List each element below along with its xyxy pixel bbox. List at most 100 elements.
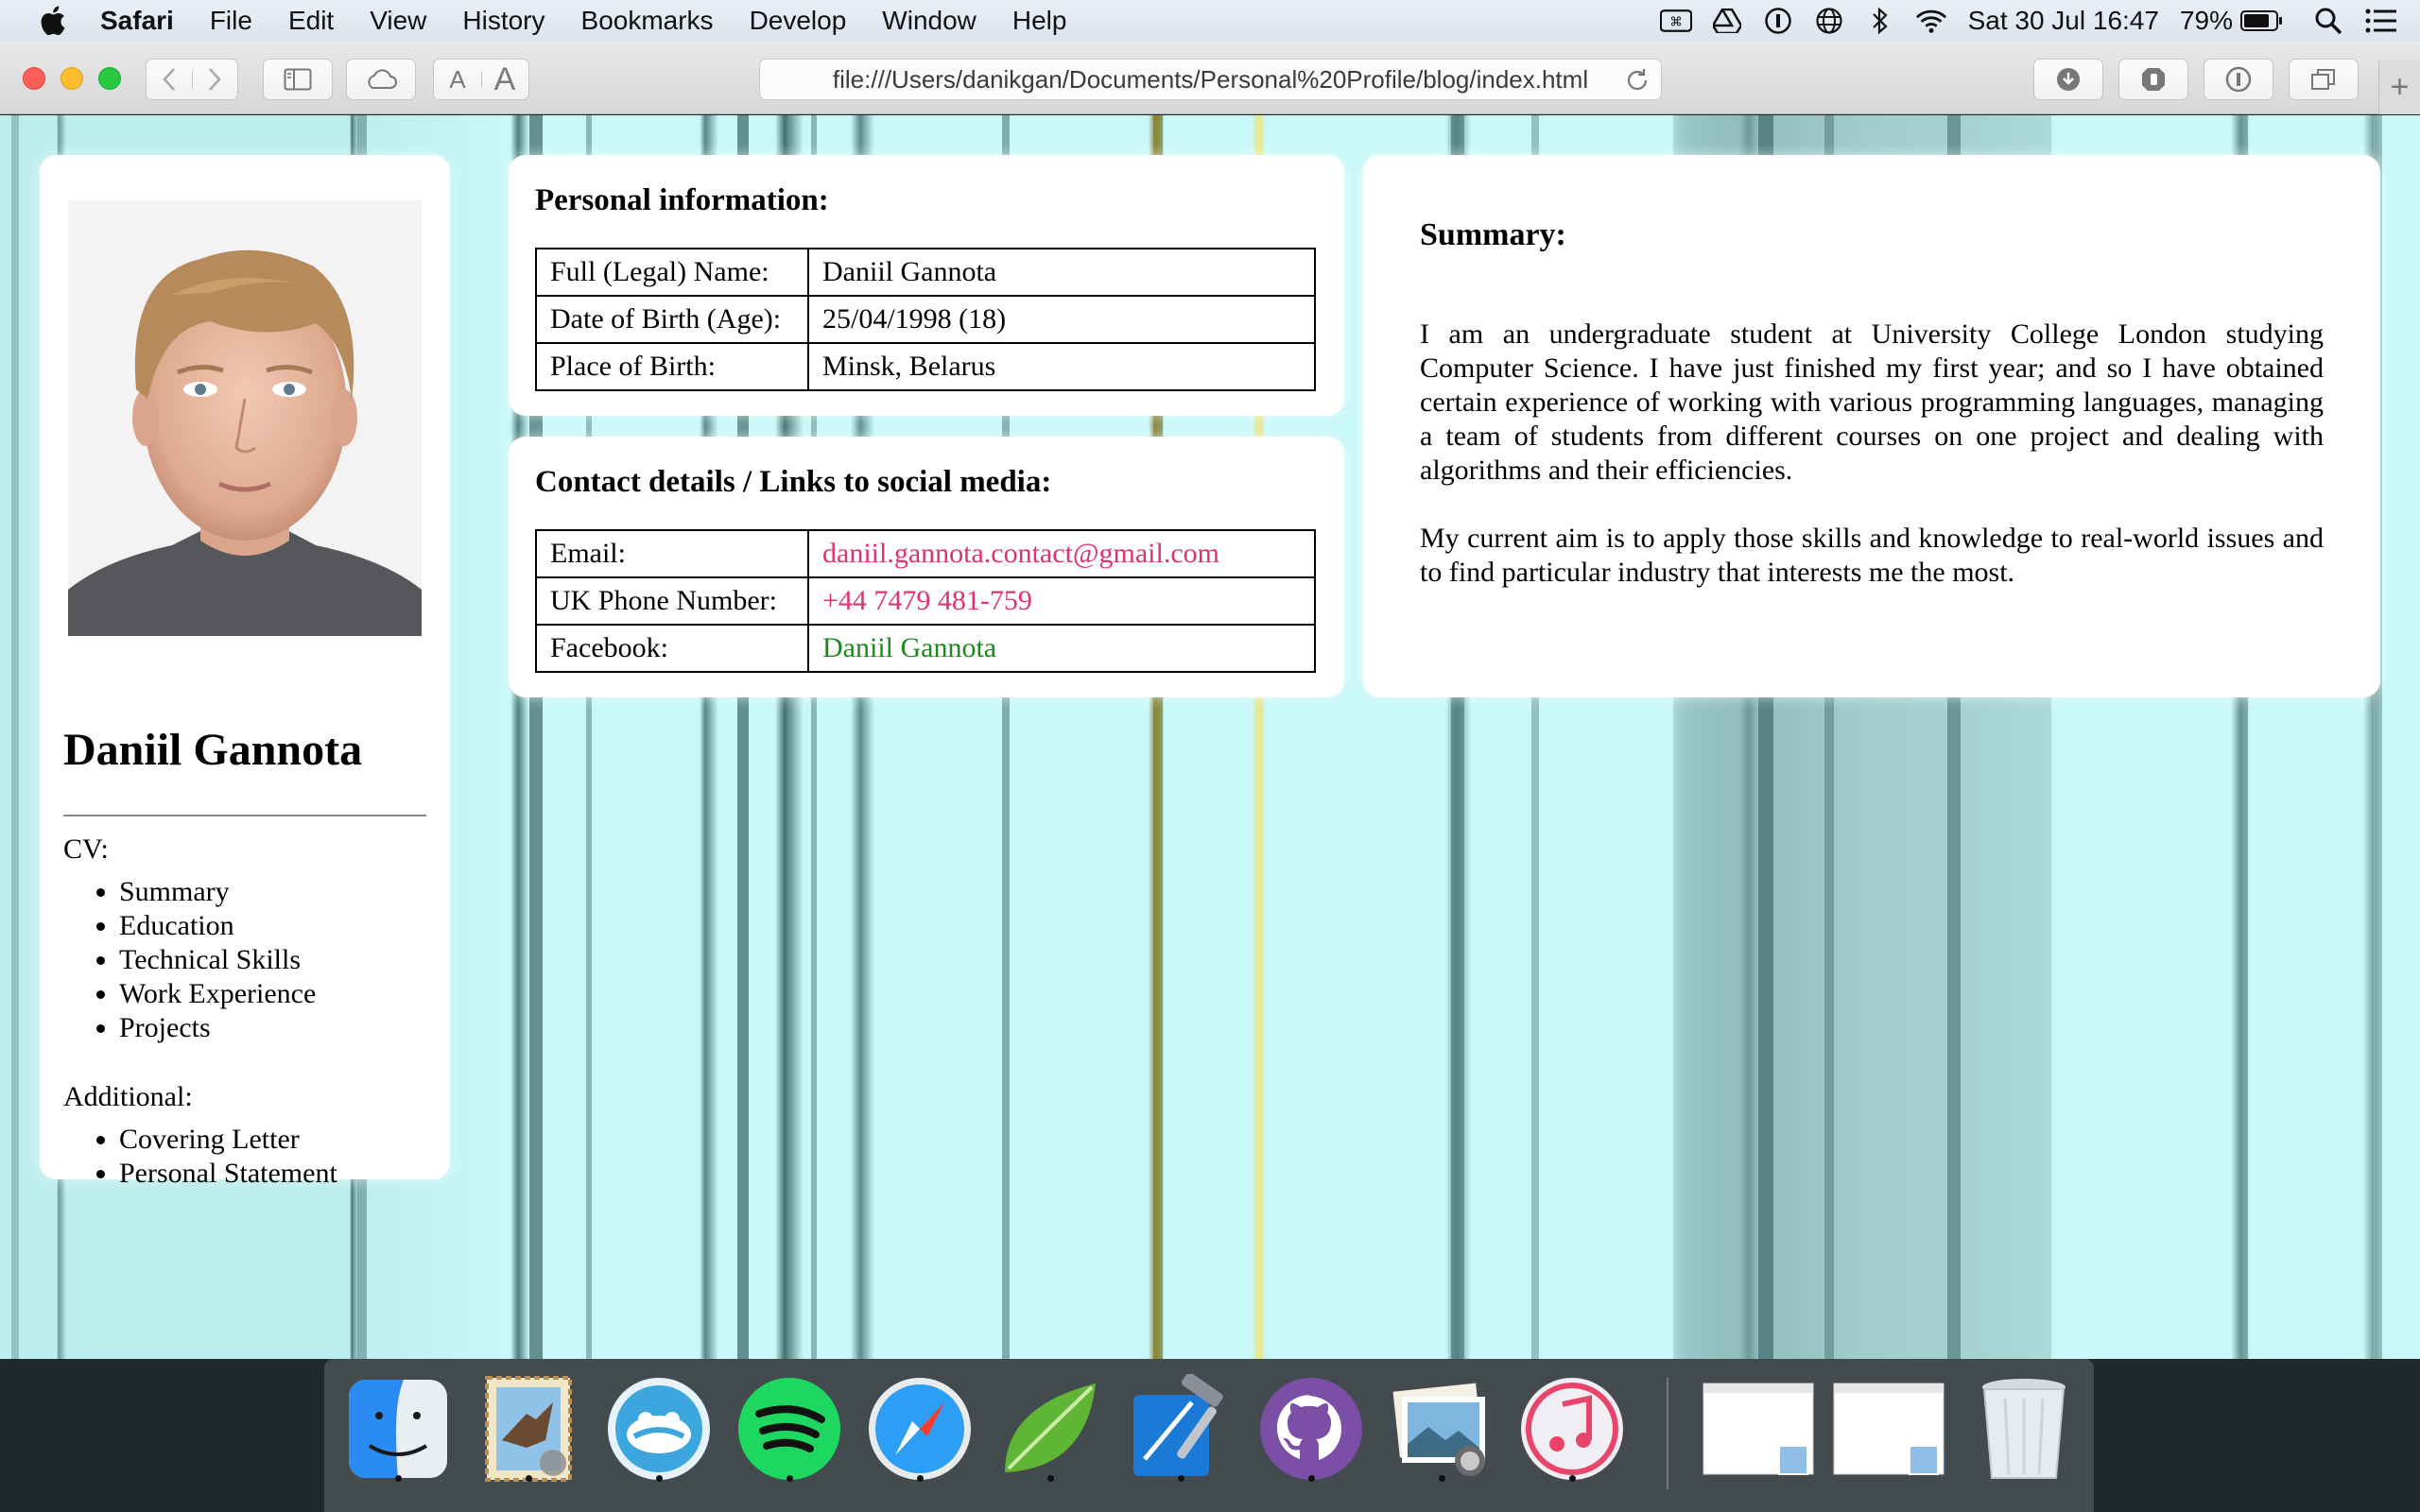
plus-icon: + (2390, 69, 2410, 105)
profile-card: Daniil Gannota CV: Summary Education Tec… (40, 155, 450, 1189)
row-label: Date of Birth (Age): (535, 295, 809, 344)
itunes-icon[interactable] (1517, 1372, 1627, 1486)
trash-icon[interactable] (1969, 1372, 2079, 1486)
web-page: Daniil Gannota CV: Summary Education Tec… (0, 115, 2420, 1359)
downloads-button[interactable] (2033, 59, 2103, 100)
globe-icon[interactable] (1813, 7, 1845, 35)
personal-information-card: Personal information: Full (Legal) Name:… (509, 155, 1344, 416)
close-window-button[interactable] (23, 67, 45, 90)
running-indicator (1438, 1475, 1445, 1482)
safari-icon[interactable] (865, 1372, 975, 1486)
cv-link-technical-skills[interactable]: Technical Skills (119, 943, 316, 977)
menu-edit[interactable]: Edit (288, 6, 334, 36)
contact-details-table: Email: daniil.gannota.contact@gmail.com … (535, 529, 1316, 673)
menu-help[interactable]: Help (1012, 6, 1067, 36)
running-indicator (786, 1475, 793, 1482)
menu-window[interactable]: Window (882, 6, 977, 36)
summary-paragraph: I am an undergraduate student at Univers… (1420, 318, 2324, 486)
additional-heading: Additional: (63, 1081, 193, 1112)
keyboard-shortcut-icon[interactable]: ⌘ (1659, 7, 1692, 35)
table-row: Email: daniil.gannota.contact@gmail.com (535, 529, 1316, 578)
apple-menu-icon[interactable] (38, 5, 66, 37)
reload-icon[interactable] (1623, 66, 1651, 94)
spotify-icon[interactable] (735, 1372, 844, 1486)
dock (324, 1359, 2094, 1512)
row-label: Facebook: (535, 624, 809, 673)
icloud-tabs-button[interactable] (346, 59, 416, 100)
show-all-tabs-button[interactable] (2289, 59, 2359, 100)
running-indicator (916, 1475, 924, 1482)
spotlight-search-icon[interactable] (2312, 7, 2344, 35)
mail-icon[interactable] (474, 1372, 583, 1486)
table-row: Date of Birth (Age): 25/04/1998 (18) (535, 295, 1316, 344)
google-drive-icon[interactable] (1711, 7, 1743, 35)
address-bar[interactable]: file:///Users/danikgan/Documents/Persona… (759, 59, 1662, 100)
increase-font-button[interactable]: A (481, 61, 528, 98)
tweetbot-icon[interactable] (604, 1372, 714, 1486)
additional-links-list: Covering Letter Personal Statement (119, 1123, 337, 1191)
screenshot-stack-icon[interactable] (1697, 1372, 1820, 1486)
wifi-icon[interactable] (1915, 7, 1947, 35)
table-row: Place of Birth: Minsk, Belarus (535, 342, 1316, 391)
running-indicator (1307, 1475, 1315, 1482)
row-label: Place of Birth: (535, 342, 809, 391)
personal-information-table: Full (Legal) Name: Daniil Gannota Date o… (535, 248, 1316, 391)
forward-arrow-icon[interactable] (192, 67, 237, 92)
cv-link-projects[interactable]: Projects (119, 1011, 316, 1045)
running-indicator (394, 1475, 402, 1482)
link-personal-statement[interactable]: Personal Statement (119, 1157, 337, 1191)
menubar-clock[interactable]: Sat 30 Jul 16:47 (1968, 6, 2159, 36)
menu-app-name[interactable]: Safari (100, 6, 174, 36)
sidebar-toggle-button[interactable] (263, 59, 333, 100)
1password-extension-button[interactable] (2204, 59, 2273, 100)
new-tab-button[interactable]: + (2378, 60, 2420, 114)
menu-bookmarks[interactable]: Bookmarks (581, 6, 714, 36)
cv-link-education[interactable]: Education (119, 909, 316, 943)
summary-title: Summary: (1420, 217, 1566, 252)
profile-name: Daniil Gannota (63, 725, 363, 775)
row-value: Daniil Gannota (807, 248, 1316, 297)
cloud-icon (368, 69, 397, 89)
link-covering-letter[interactable]: Covering Letter (119, 1123, 337, 1157)
back-arrow-icon[interactable] (147, 67, 192, 92)
menu-bar: Safari File Edit View History Bookmarks … (0, 0, 2420, 42)
screenshot-stack-icon[interactable] (1827, 1372, 1950, 1486)
cv-links-list: Summary Education Technical Skills Work … (119, 875, 316, 1045)
row-value: Minsk, Belarus (807, 342, 1316, 391)
coda-icon[interactable] (995, 1372, 1105, 1486)
1password-icon[interactable] (1762, 7, 1794, 35)
svg-text:⌘: ⌘ (1669, 15, 1682, 29)
contact-details-card: Contact details / Links to social media:… (509, 437, 1344, 697)
row-label: Email: (535, 529, 809, 578)
battery-icon[interactable] (2240, 7, 2284, 35)
bluetooth-icon[interactable] (1864, 7, 1896, 35)
table-row: Facebook: Daniil Gannota (535, 624, 1316, 673)
phone-link[interactable]: +44 7479 481-759 (807, 576, 1316, 626)
tabs-overview-icon (2311, 69, 2335, 90)
menu-develop[interactable]: Develop (750, 6, 847, 36)
notification-center-icon[interactable] (2365, 7, 2397, 35)
minimize-window-button[interactable] (60, 67, 83, 90)
menu-file[interactable]: File (210, 6, 252, 36)
hand-stop-icon (2142, 68, 2165, 91)
menu-history[interactable]: History (462, 6, 544, 36)
zoom-window-button[interactable] (98, 67, 121, 90)
cv-link-summary[interactable]: Summary (119, 875, 316, 909)
email-link[interactable]: daniil.gannota.contact@gmail.com (807, 529, 1316, 578)
facebook-link[interactable]: Daniil Gannota (807, 624, 1316, 673)
profile-photo (68, 200, 422, 636)
table-row: UK Phone Number: +44 7479 481-759 (535, 576, 1316, 626)
adblock-extension-button[interactable] (2118, 59, 2188, 100)
finder-icon[interactable] (343, 1372, 453, 1486)
xcode-icon[interactable] (1126, 1372, 1236, 1486)
menu-view[interactable]: View (370, 6, 426, 36)
cv-link-work-experience[interactable]: Work Experience (119, 977, 316, 1011)
preview-icon[interactable] (1387, 1372, 1496, 1486)
running-indicator (1177, 1475, 1184, 1482)
divider (63, 815, 426, 816)
personal-information-title: Personal information: (535, 183, 829, 217)
battery-percentage[interactable]: 79% (2180, 6, 2233, 36)
decrease-font-button[interactable]: A (434, 65, 481, 94)
cv-heading: CV: (63, 833, 109, 865)
github-icon[interactable] (1256, 1372, 1366, 1486)
